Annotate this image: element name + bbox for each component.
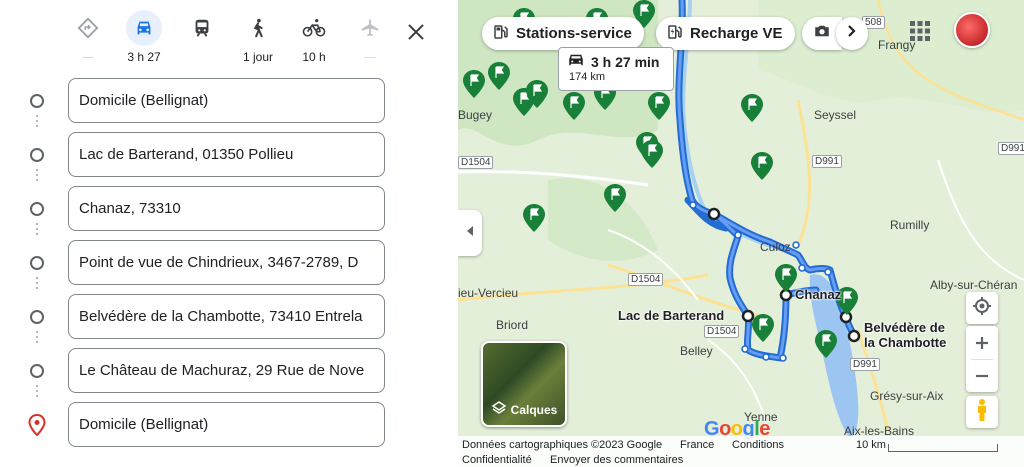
waypoint-circle-icon	[30, 202, 44, 216]
road-label: D991	[812, 155, 842, 168]
waypoint-circle-icon	[30, 310, 44, 324]
map-label-gresy: Grésy-sur-Aix	[870, 389, 944, 403]
directions-panel: 3 h 27 1 jour 10 h Domicile (Bellignat) …	[0, 0, 458, 467]
road-label: D1504	[704, 325, 740, 338]
gas-station-icon	[492, 23, 510, 45]
map-label-culoz: Culoz	[760, 240, 791, 254]
route-diamond-icon	[70, 10, 106, 46]
mode-car[interactable]: 3 h 27	[116, 8, 172, 66]
walk-duration: 1 jour	[242, 50, 274, 64]
travel-mode-bar: 3 h 27 1 jour 10 h	[66, 8, 426, 66]
street-view-pegman[interactable]	[966, 396, 998, 428]
zoom-out-button[interactable]	[975, 360, 989, 392]
map-label-vercieu: ieu-Vercieu	[458, 286, 519, 300]
mode-flight[interactable]	[342, 8, 398, 66]
road-label: D1504	[458, 156, 494, 169]
layers-label: Calques	[510, 402, 558, 417]
ev-charger-icon	[666, 23, 684, 45]
airplane-icon	[352, 10, 388, 46]
privacy-link[interactable]: Confidentialité	[462, 454, 532, 466]
waypoint-circle-icon	[30, 256, 44, 270]
my-location-button[interactable]	[966, 292, 998, 324]
stop-input[interactable]: Lac de Barterand, 01350 Pollieu	[68, 132, 385, 177]
gas-stations-chip[interactable]: Stations-service	[482, 17, 644, 50]
mode-walk[interactable]: 1 jour	[230, 8, 286, 66]
stop-row: Le Château de Machuraz, 29 Rue de Nove	[0, 348, 458, 394]
zoom-in-button[interactable]	[975, 326, 989, 359]
car-icon	[567, 52, 585, 71]
map-label-belley: Belley	[680, 344, 713, 358]
map-label-belvedere[interactable]: Belvédère de la Chambotte	[864, 320, 946, 350]
plus-icon	[976, 336, 988, 349]
mode-bike[interactable]: 10 h	[286, 8, 342, 66]
route-distance: 174 km	[569, 71, 606, 83]
stop-input[interactable]: Domicile (Bellignat)	[68, 402, 385, 447]
country-link[interactable]: France	[680, 439, 714, 451]
collapse-panel-button[interactable]	[458, 210, 482, 256]
waypoint-circle-icon	[30, 148, 44, 162]
layers-icon	[491, 400, 507, 419]
close-icon[interactable]	[404, 20, 428, 44]
stop-input[interactable]: Chanaz, 73310	[68, 186, 385, 231]
chevron-right-icon	[845, 24, 859, 43]
stop-row: Chanaz, 73310	[0, 186, 458, 232]
road-label: D991	[998, 142, 1024, 155]
map-label-lac-barterand[interactable]: Lac de Barterand	[618, 308, 724, 323]
feedback-link[interactable]: Envoyer des commentaires	[550, 454, 683, 466]
map-label-alby: Alby-sur-Chéran	[930, 278, 1018, 292]
ev-charging-chip[interactable]: Recharge VE	[656, 17, 795, 50]
road-label: D1504	[628, 273, 664, 286]
destination-pin-icon	[28, 413, 46, 441]
pegman-icon	[975, 398, 989, 427]
route-duration: 3 h 27 min	[591, 53, 660, 70]
stop-input[interactable]: Domicile (Bellignat)	[68, 78, 385, 123]
ev-charging-label: Recharge VE	[690, 25, 783, 42]
caret-left-icon	[466, 224, 474, 242]
zoom-controls	[966, 326, 998, 392]
stop-row: Belvédère de la Chambotte, 73410 Entrela	[0, 294, 458, 340]
stop-input[interactable]: Point de vue de Chindrieux, 3467-2789, D	[68, 240, 385, 285]
car-icon	[126, 10, 162, 46]
stop-input[interactable]: Le Château de Machuraz, 29 Rue de Nove	[68, 348, 385, 393]
waypoint-circle-icon	[30, 364, 44, 378]
mode-best[interactable]	[60, 8, 116, 66]
map-label-briord: Briord	[496, 318, 529, 332]
apps-grid-icon[interactable]	[909, 20, 931, 42]
crosshair-icon	[972, 296, 992, 321]
car-duration: 3 h 27	[127, 50, 161, 64]
scale-bar	[888, 444, 998, 452]
minus-icon	[976, 374, 988, 378]
walk-icon	[240, 10, 276, 46]
gas-stations-label: Stations-service	[516, 25, 632, 42]
stop-row: Domicile (Bellignat)	[0, 402, 458, 448]
map-label-seyssel: Seyssel	[814, 108, 857, 122]
layers-button[interactable]: Calques	[481, 341, 567, 427]
map-label-chanaz[interactable]: Chanaz	[795, 287, 841, 302]
terms-link[interactable]: Conditions	[732, 439, 784, 451]
bicycle-icon	[296, 10, 332, 46]
mode-transit[interactable]	[174, 8, 230, 66]
scale-label: 10 km	[856, 439, 886, 451]
map-view[interactable]: Frangy Seyssel Bugey Rumilly Culoz Alby-…	[458, 0, 1024, 467]
stop-row: Domicile (Bellignat)	[0, 78, 458, 124]
stop-input[interactable]: Belvédère de la Chambotte, 73410 Entrela	[68, 294, 385, 339]
stop-row: Lac de Barterand, 01350 Pollieu	[0, 132, 458, 178]
map-label-rumilly: Rumilly	[890, 218, 930, 232]
road-label: D991	[850, 358, 880, 371]
bike-duration: 10 h	[302, 50, 326, 64]
stop-row: Point de vue de Chindrieux, 3467-2789, D	[0, 240, 458, 286]
map-data-credit: Données cartographiques ©2023 Google	[462, 439, 663, 451]
account-avatar[interactable]	[954, 12, 990, 48]
waypoint-circle-icon	[30, 94, 44, 108]
chips-next-button[interactable]	[836, 17, 868, 50]
train-icon	[184, 10, 220, 46]
camera-icon	[813, 22, 831, 45]
map-label-bugey: Bugey	[458, 108, 493, 122]
route-info-box[interactable]: 3 h 27 min 174 km	[558, 47, 674, 91]
